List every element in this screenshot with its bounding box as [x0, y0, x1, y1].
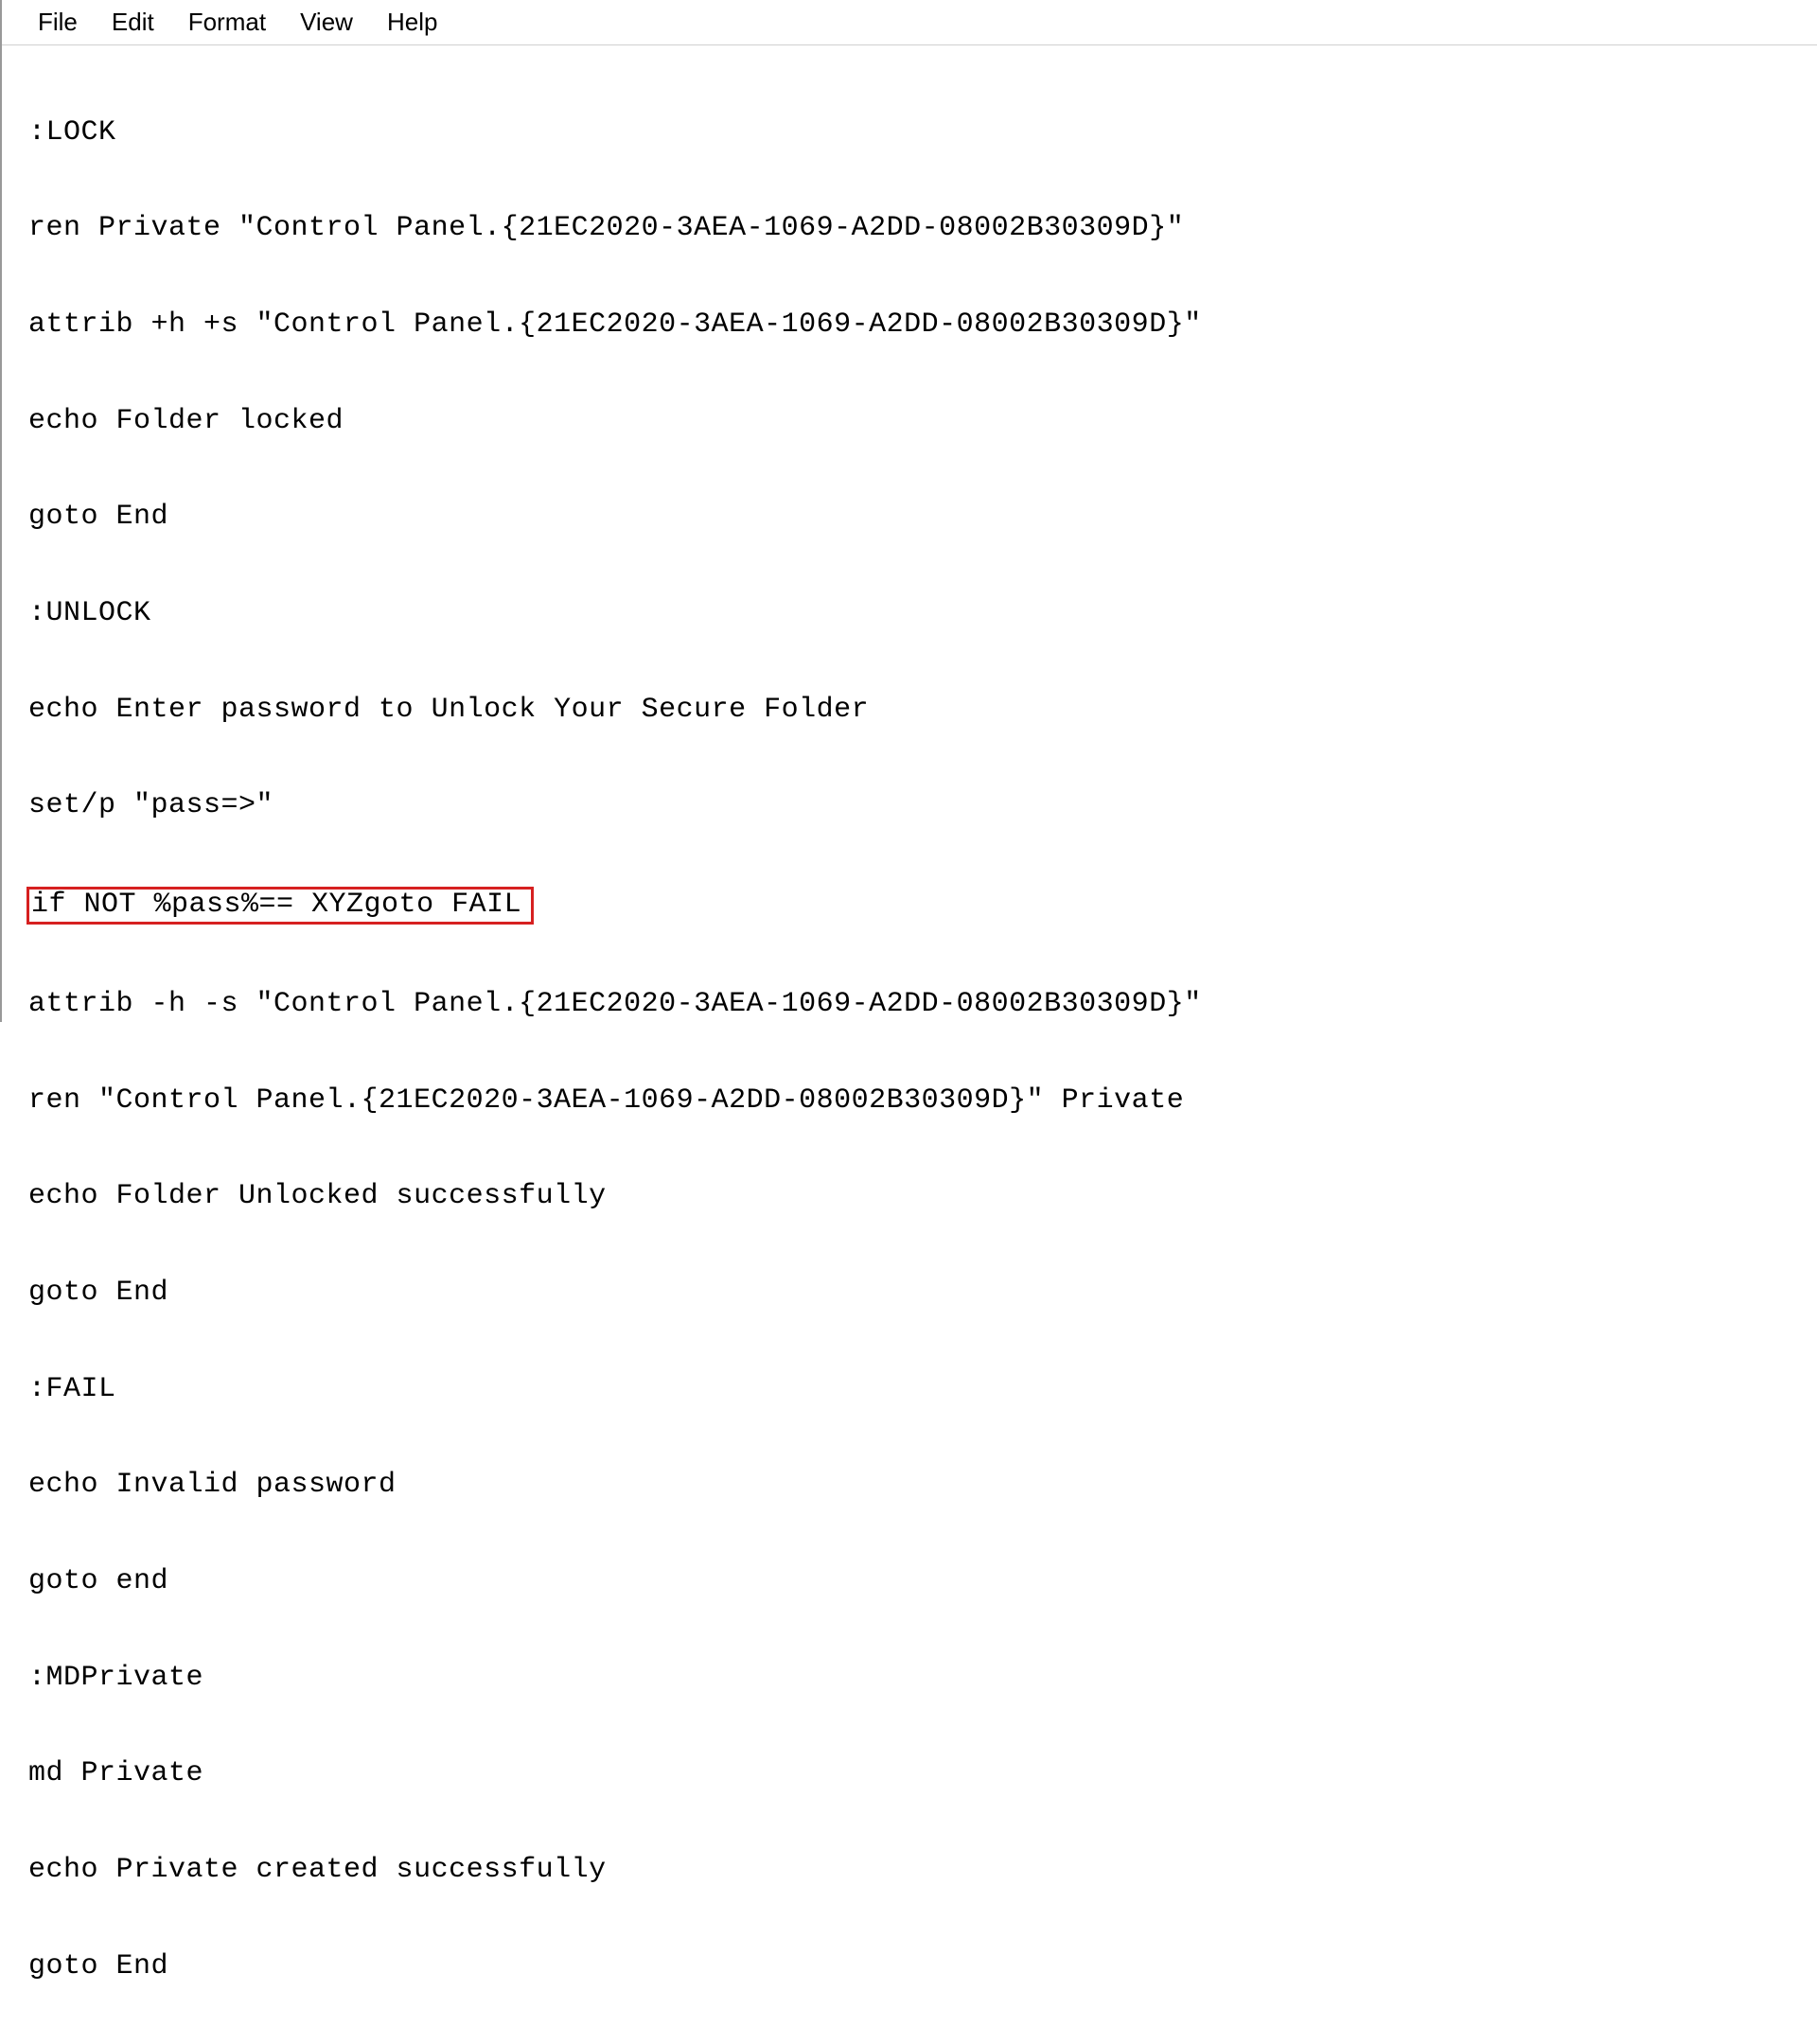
menu-format[interactable]: Format: [171, 6, 283, 39]
menu-view[interactable]: View: [283, 6, 370, 39]
code-line: :FAIL: [28, 1374, 1817, 1406]
code-line: echo Enter password to Unlock Your Secur…: [28, 695, 1817, 727]
code-line: ren "Control Panel.{21EC2020-3AEA-1069-A…: [28, 1085, 1817, 1118]
code-line: goto End: [28, 1278, 1817, 1310]
code-line: ren Private "Control Panel.{21EC2020-3AE…: [28, 213, 1817, 245]
code-line: :MDPrivate: [28, 1663, 1817, 1695]
code-line: set/p "pass=>": [28, 790, 1817, 822]
code-line: attrib +h +s "Control Panel.{21EC2020-3A…: [28, 309, 1817, 342]
code-line: :LOCK: [28, 117, 1817, 150]
code-line-highlighted: if NOT %pass%== XYZgoto FAIL: [28, 887, 1817, 925]
notepad-window: File Edit Format View Help :LOCK ren Pri…: [0, 0, 1817, 1022]
code-line: :UNLOCK: [28, 598, 1817, 630]
code-line: goto End: [28, 1951, 1817, 1983]
code-line: echo Folder locked: [28, 406, 1817, 438]
menu-edit[interactable]: Edit: [95, 6, 171, 39]
code-line: md Private: [28, 1758, 1817, 1790]
menu-help[interactable]: Help: [370, 6, 454, 39]
code-line: echo Private created successfully: [28, 1855, 1817, 1887]
menu-file[interactable]: File: [21, 6, 95, 39]
code-line: attrib -h -s "Control Panel.{21EC2020-3A…: [28, 989, 1817, 1021]
code-line: echo Invalid password: [28, 1470, 1817, 1502]
code-line: goto end: [28, 1566, 1817, 1598]
code-line: echo Folder Unlocked successfully: [28, 1181, 1817, 1213]
text-editor-area[interactable]: :LOCK ren Private "Control Panel.{21EC20…: [2, 45, 1817, 2044]
highlight-box: if NOT %pass%== XYZgoto FAIL: [26, 887, 534, 925]
menubar: File Edit Format View Help: [2, 0, 1817, 45]
code-line: goto End: [28, 502, 1817, 534]
